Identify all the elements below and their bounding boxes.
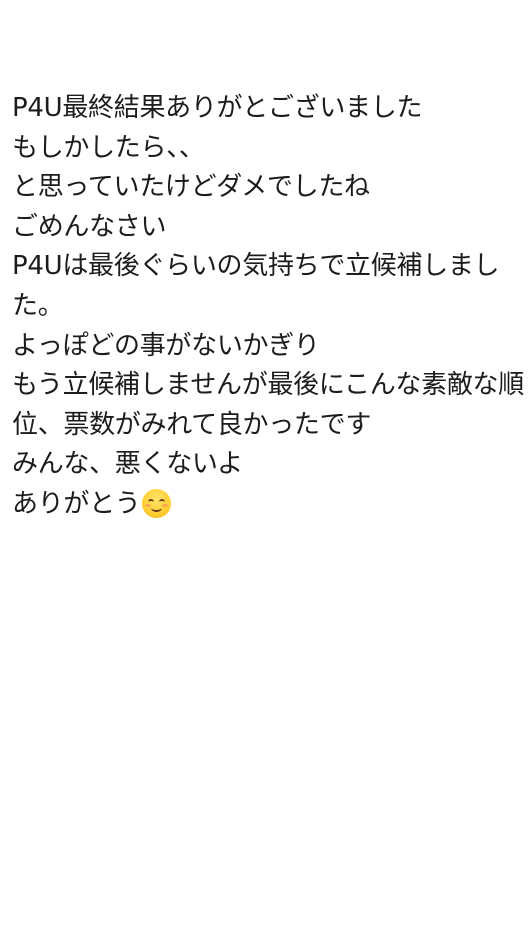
- note-line: もう立候補しませんが最後にこんな素敵な順: [12, 370, 524, 401]
- note-line-last: ありがとう: [12, 485, 524, 525]
- note-line: た。: [12, 290, 64, 321]
- note-body: P4U最終結果ありがとございました もしかしたら、、 と思っていたけどダメでした…: [12, 89, 524, 525]
- smiling-face-emoji-icon: [141, 488, 171, 518]
- note-line: 位、票数がみれて良かったです: [12, 409, 372, 440]
- note-line: と思っていたけどダメでしたね: [12, 172, 370, 203]
- note-line: ごめんなさい: [12, 211, 167, 242]
- note-line: もしかしたら、、: [12, 132, 205, 163]
- note-line: よっぽどの事がないかぎり: [12, 330, 320, 361]
- note-line: P4U最終結果ありがとございました: [12, 93, 423, 123]
- note-line: P4Uは最後ぐらいの気持ちで立候補しまし: [12, 251, 500, 282]
- note-line-text: ありがとう: [12, 488, 141, 519]
- note-line: みんな、悪くないよ: [12, 449, 243, 480]
